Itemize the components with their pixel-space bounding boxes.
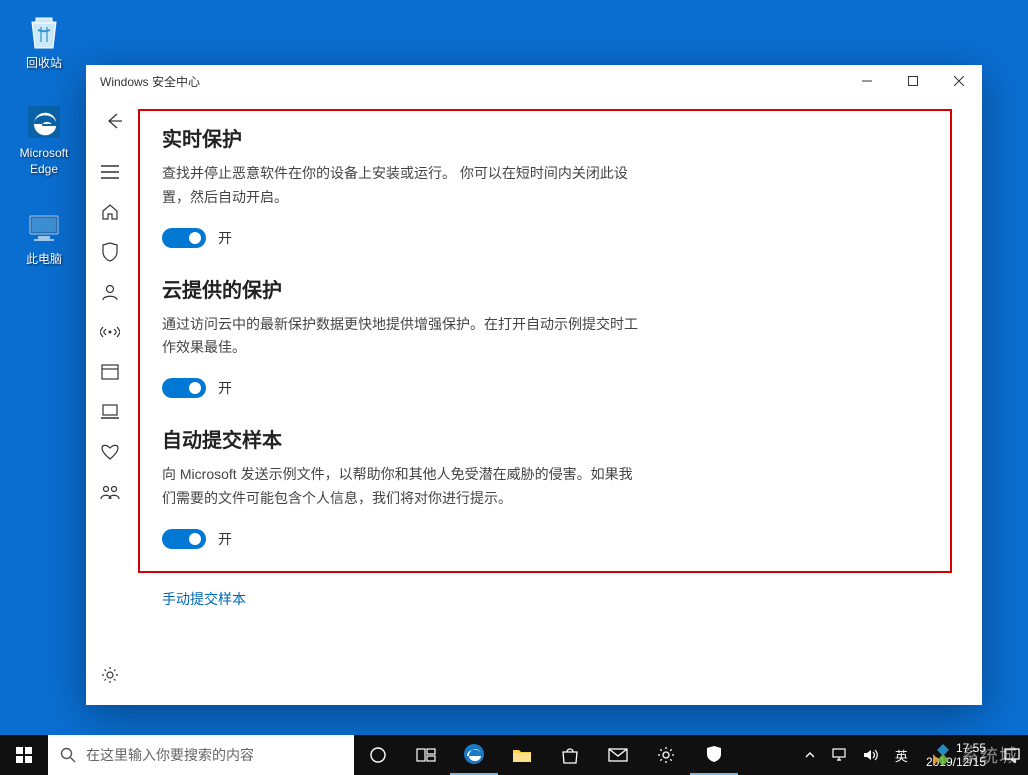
recycle-bin-icon bbox=[24, 12, 64, 52]
home-icon bbox=[101, 203, 119, 221]
tray-notifications[interactable] bbox=[996, 735, 1028, 775]
shield-icon bbox=[706, 745, 722, 763]
toggle-label: 开 bbox=[218, 228, 232, 248]
taskbar-app-store[interactable] bbox=[546, 735, 594, 775]
tray-clock[interactable]: 17:55 2019/12/15 bbox=[916, 741, 996, 770]
sidebar-item-app-control[interactable] bbox=[86, 352, 134, 392]
security-center-window: Windows 安全中心 bbox=[86, 65, 982, 705]
desktop-icon-label: 此电脑 bbox=[6, 252, 82, 268]
cortana-icon bbox=[369, 746, 387, 764]
section-title: 自动提交样本 bbox=[162, 424, 928, 453]
titlebar: Windows 安全中心 bbox=[86, 65, 982, 97]
chevron-up-icon bbox=[805, 751, 815, 759]
edge-icon bbox=[24, 102, 64, 142]
desktop: 回收站 Microsoft Edge 此电脑 Windows 安全中心 bbox=[0, 0, 1028, 775]
taskbar-app-edge[interactable] bbox=[450, 735, 498, 775]
tray-network[interactable] bbox=[823, 735, 855, 775]
section-cloud-protection: 云提供的保护 通过访问云中的最新保护数据更快地提供增强保护。在打开自动示例提交时… bbox=[162, 274, 928, 399]
sidebar-item-device[interactable] bbox=[86, 392, 134, 432]
start-button[interactable] bbox=[0, 735, 48, 775]
volume-icon bbox=[863, 748, 879, 762]
this-pc-icon bbox=[24, 208, 64, 248]
section-description: 向 Microsoft 发送示例文件，以帮助你和其他人免受潜在威胁的侵害。如果我… bbox=[162, 463, 642, 511]
taskview-icon bbox=[416, 748, 436, 762]
maximize-button[interactable] bbox=[890, 65, 936, 97]
edge-icon bbox=[463, 743, 485, 765]
sidebar bbox=[86, 97, 134, 705]
desktop-icon-edge[interactable]: Microsoft Edge bbox=[6, 102, 82, 177]
taskbar-app-explorer[interactable] bbox=[498, 735, 546, 775]
folder-icon bbox=[512, 747, 532, 763]
search-placeholder: 在这里输入你要搜索的内容 bbox=[86, 745, 254, 765]
signal-icon bbox=[100, 324, 120, 340]
sidebar-item-home[interactable] bbox=[86, 192, 134, 232]
tray-ime[interactable]: 英 bbox=[887, 735, 916, 775]
maximize-icon bbox=[908, 76, 918, 86]
close-icon bbox=[954, 76, 964, 86]
cloud-protection-toggle[interactable] bbox=[162, 378, 206, 398]
taskbar-search[interactable]: 在这里输入你要搜索的内容 bbox=[48, 735, 354, 775]
section-description: 通过访问云中的最新保护数据更快地提供增强保护。在打开自动示例提交时工作效果最佳。 bbox=[162, 313, 642, 361]
taskbar-cortana[interactable] bbox=[354, 735, 402, 775]
desktop-icon-label: Microsoft Edge bbox=[6, 146, 82, 177]
taskbar-app-settings[interactable] bbox=[642, 735, 690, 775]
taskbar-app-security[interactable] bbox=[690, 735, 738, 775]
notification-icon bbox=[1004, 747, 1020, 763]
window-icon bbox=[101, 364, 119, 380]
network-icon bbox=[831, 748, 847, 762]
hamburger-icon bbox=[101, 165, 119, 179]
tray-chevron[interactable] bbox=[797, 735, 823, 775]
close-button[interactable] bbox=[936, 65, 982, 97]
content-area: 实时保护 查找并停止恶意软件在你的设备上安装或运行。 你可以在短时间内关闭此设置… bbox=[134, 97, 982, 705]
windows-logo-icon bbox=[16, 747, 32, 763]
desktop-icon-this-pc[interactable]: 此电脑 bbox=[6, 208, 82, 268]
tray-volume[interactable] bbox=[855, 735, 887, 775]
taskbar-taskview[interactable] bbox=[402, 735, 450, 775]
sidebar-menu-button[interactable] bbox=[86, 152, 134, 192]
manual-submit-link[interactable]: 手动提交样本 bbox=[162, 589, 246, 609]
sidebar-item-firewall[interactable] bbox=[86, 312, 134, 352]
toggle-label: 开 bbox=[218, 529, 232, 549]
section-realtime-protection: 实时保护 查找并停止恶意软件在你的设备上安装或运行。 你可以在短时间内关闭此设置… bbox=[162, 123, 928, 248]
laptop-icon bbox=[100, 404, 120, 420]
sidebar-item-account[interactable] bbox=[86, 272, 134, 312]
taskbar: 在这里输入你要搜索的内容 bbox=[0, 735, 1028, 775]
section-auto-sample-submit: 自动提交样本 向 Microsoft 发送示例文件，以帮助你和其他人免受潜在威胁… bbox=[162, 424, 928, 549]
search-icon bbox=[60, 747, 76, 763]
section-description: 查找并停止恶意软件在你的设备上安装或运行。 你可以在短时间内关闭此设置，然后自动… bbox=[162, 162, 642, 210]
sidebar-item-settings[interactable] bbox=[86, 655, 134, 695]
realtime-protection-toggle[interactable] bbox=[162, 228, 206, 248]
toggle-label: 开 bbox=[218, 378, 232, 398]
mail-icon bbox=[608, 748, 628, 762]
window-title: Windows 安全中心 bbox=[100, 73, 200, 90]
shield-icon bbox=[101, 242, 119, 262]
minimize-icon bbox=[862, 76, 872, 86]
person-icon bbox=[101, 283, 119, 301]
sidebar-item-family[interactable] bbox=[86, 472, 134, 512]
section-title: 实时保护 bbox=[162, 123, 928, 152]
auto-sample-toggle[interactable] bbox=[162, 529, 206, 549]
taskbar-app-mail[interactable] bbox=[594, 735, 642, 775]
store-icon bbox=[561, 746, 579, 764]
gear-icon bbox=[101, 666, 119, 684]
tray-time: 17:55 bbox=[926, 741, 986, 755]
desktop-icon-recycle-bin[interactable]: 回收站 bbox=[6, 12, 82, 72]
sidebar-item-virus[interactable] bbox=[86, 232, 134, 272]
gear-icon bbox=[657, 746, 675, 764]
minimize-button[interactable] bbox=[844, 65, 890, 97]
system-tray: 英 17:55 2019/12/15 bbox=[797, 735, 1028, 775]
highlighted-settings-box: 实时保护 查找并停止恶意软件在你的设备上安装或运行。 你可以在短时间内关闭此设置… bbox=[138, 109, 952, 573]
heart-icon bbox=[101, 444, 119, 460]
family-icon bbox=[100, 484, 120, 500]
tray-date: 2019/12/15 bbox=[926, 755, 986, 769]
section-title: 云提供的保护 bbox=[162, 274, 928, 303]
desktop-icon-label: 回收站 bbox=[6, 56, 82, 72]
sidebar-item-health[interactable] bbox=[86, 432, 134, 472]
